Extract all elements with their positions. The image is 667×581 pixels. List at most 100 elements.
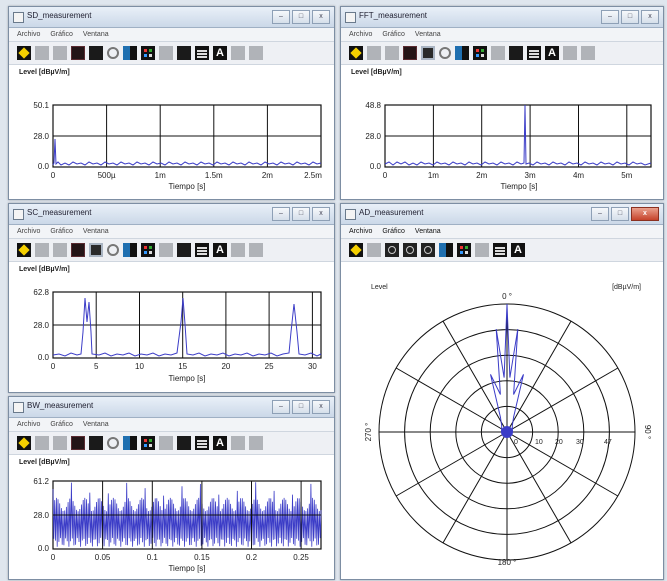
table-icon[interactable] [527, 46, 541, 60]
tool-gray-icon[interactable] [367, 243, 381, 257]
tool-black-icon[interactable] [509, 46, 523, 60]
menu-ventana[interactable]: Ventana [415, 225, 441, 238]
menu-archivo[interactable]: Archivo [349, 225, 372, 238]
tool-gray-icon[interactable] [249, 46, 263, 60]
tool-dark-icon[interactable] [403, 46, 417, 60]
tool-gray-icon[interactable] [35, 436, 49, 450]
menu-archivo[interactable]: Archivo [349, 28, 372, 41]
titlebar[interactable]: AD_measurement – □ x [341, 204, 663, 225]
table-icon[interactable] [195, 243, 209, 257]
maximize-button[interactable]: □ [292, 207, 310, 221]
menu-grafico[interactable]: Gráfico [50, 28, 73, 41]
minimize-button[interactable]: – [272, 400, 290, 414]
titlebar[interactable]: FFT_measurement – □ x [341, 7, 663, 28]
tool-gray-icon[interactable] [581, 46, 595, 60]
cursor-icon[interactable] [123, 436, 137, 450]
tool-gray-icon[interactable] [475, 243, 489, 257]
text-annotation-icon[interactable]: A [511, 243, 525, 257]
minimize-button[interactable]: – [601, 10, 619, 24]
text-annotation-icon[interactable]: A [545, 46, 559, 60]
table-icon[interactable] [493, 243, 507, 257]
cursor-icon[interactable] [439, 243, 453, 257]
close-button[interactable]: x [641, 10, 659, 24]
tool-black-icon[interactable] [177, 436, 191, 450]
tool-gray-icon[interactable] [491, 46, 505, 60]
maximize-button[interactable]: □ [611, 207, 629, 221]
minimize-button[interactable]: – [272, 207, 290, 221]
tool-dark-icon[interactable] [71, 436, 85, 450]
titlebar[interactable]: BW_measurement – □ x [9, 397, 334, 418]
grid-icon[interactable] [141, 46, 155, 60]
save-icon[interactable] [17, 436, 31, 450]
close-button[interactable]: x [312, 10, 330, 24]
zoom-icon[interactable] [107, 47, 119, 59]
save-icon[interactable] [17, 46, 31, 60]
menu-ventana[interactable]: Ventana [83, 418, 109, 431]
window-sd-measurement[interactable]: SD_measurement – □ x Archivo Gráfico Ven… [8, 6, 335, 200]
minimize-button[interactable]: – [591, 207, 609, 221]
close-button[interactable]: x [312, 207, 330, 221]
tool-gray-icon[interactable] [249, 436, 263, 450]
tool-gray-icon[interactable] [231, 436, 245, 450]
text-annotation-icon[interactable]: A [213, 46, 227, 60]
tool-gray-icon[interactable] [53, 243, 67, 257]
cursor-icon[interactable] [123, 243, 137, 257]
plot-area[interactable]: Level [dBµV/m] 61.2 28.0 0.0 0 0.05 0.1 … [9, 455, 334, 579]
menu-ventana[interactable]: Ventana [83, 225, 109, 238]
close-button[interactable]: x [312, 400, 330, 414]
tool-gray-icon[interactable] [53, 46, 67, 60]
menu-grafico[interactable]: Gráfico [50, 418, 73, 431]
menu-archivo[interactable]: Archivo [17, 28, 40, 41]
menu-archivo[interactable]: Archivo [17, 225, 40, 238]
maximize-button[interactable]: □ [292, 400, 310, 414]
save-icon[interactable] [349, 243, 363, 257]
plot-area[interactable]: Level [dBµV/m] 0 ° 180 ° 270 ° 90 ° 0 10… [341, 262, 663, 579]
tool-gray-icon[interactable] [159, 46, 173, 60]
tool-gray-icon[interactable] [249, 243, 263, 257]
tool-pressed-icon[interactable] [89, 243, 103, 257]
titlebar[interactable]: SC_measurement – □ x [9, 204, 334, 225]
tool-gray-icon[interactable] [159, 436, 173, 450]
menu-grafico[interactable]: Gráfico [382, 225, 405, 238]
tool-gray-icon[interactable] [35, 46, 49, 60]
tool-black-icon[interactable] [177, 243, 191, 257]
tool-dark-icon[interactable] [71, 46, 85, 60]
tool-gray-icon[interactable] [35, 243, 49, 257]
table-icon[interactable] [195, 436, 209, 450]
menu-ventana[interactable]: Ventana [415, 28, 441, 41]
maximize-button[interactable]: □ [621, 10, 639, 24]
close-button[interactable]: x [631, 207, 659, 221]
menu-archivo[interactable]: Archivo [17, 418, 40, 431]
text-annotation-icon[interactable]: A [213, 243, 227, 257]
grid-icon[interactable] [141, 243, 155, 257]
maximize-button[interactable]: □ [292, 10, 310, 24]
tool-black-icon[interactable] [89, 436, 103, 450]
plot-area[interactable]: Level [dBµV/m] 48.8 28.0 0.0 0 1m 2m 3m … [341, 65, 663, 199]
menu-ventana[interactable]: Ventana [83, 28, 109, 41]
window-fft-measurement[interactable]: FFT_measurement – □ x Archivo Gráfico Ve… [340, 6, 664, 200]
tool-gray-icon[interactable] [563, 46, 577, 60]
titlebar[interactable]: SD_measurement – □ x [9, 7, 334, 28]
tool-black-icon[interactable] [89, 46, 103, 60]
plot-area[interactable]: Level [dBµV/m] 50.1 28.0 0.0 0 500µ 1m 1… [9, 65, 334, 199]
window-ad-measurement[interactable]: AD_measurement – □ x Archivo Gráfico Ven… [340, 203, 664, 580]
grid-icon[interactable] [457, 243, 471, 257]
table-icon[interactable] [195, 46, 209, 60]
menu-grafico[interactable]: Gráfico [50, 225, 73, 238]
tool-pressed-icon[interactable] [421, 46, 435, 60]
tool-gray-icon[interactable] [159, 243, 173, 257]
cursor-icon[interactable] [455, 46, 469, 60]
menu-grafico[interactable]: Gráfico [382, 28, 405, 41]
polar-icon[interactable] [403, 243, 417, 257]
tool-black-icon[interactable] [177, 46, 191, 60]
text-annotation-icon[interactable]: A [213, 436, 227, 450]
grid-icon[interactable] [141, 436, 155, 450]
zoom-icon[interactable] [107, 244, 119, 256]
minimize-button[interactable]: – [272, 10, 290, 24]
window-bw-measurement[interactable]: BW_measurement – □ x Archivo Gráfico Ven… [8, 396, 335, 580]
tool-gray-icon[interactable] [385, 46, 399, 60]
save-icon[interactable] [17, 243, 31, 257]
window-sc-measurement[interactable]: SC_measurement – □ x Archivo Gráfico Ven… [8, 203, 335, 393]
save-icon[interactable] [349, 46, 363, 60]
tool-gray-icon[interactable] [231, 243, 245, 257]
